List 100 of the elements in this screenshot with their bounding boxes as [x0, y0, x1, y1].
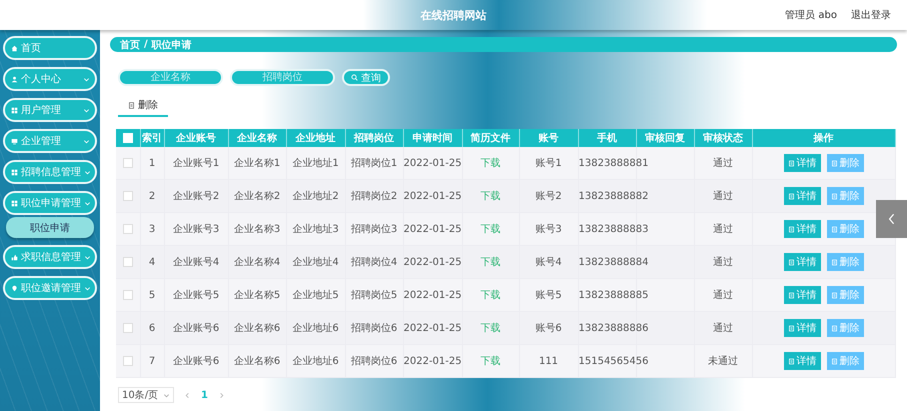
grid-icon	[11, 106, 18, 114]
sidebar-submenu-item[interactable]: 职位申请	[6, 217, 94, 238]
table-cell: 13823888882	[578, 190, 648, 202]
table-cell: 7	[148, 356, 156, 366]
delete-button[interactable]: 删除	[826, 253, 864, 271]
table-cell: 账号1	[535, 158, 562, 169]
row-checkbox[interactable]	[122, 224, 133, 234]
table-cell: 13823888886	[578, 322, 648, 334]
row-checkbox[interactable]	[122, 356, 133, 366]
table-cell: 通过	[713, 191, 733, 202]
logout-link[interactable]: 退出登录	[851, 8, 891, 22]
sidebar-menu-item[interactable]: 求职信息管理	[3, 245, 97, 269]
table-cell: 账号4	[535, 257, 562, 268]
search-button[interactable]: 查询	[342, 69, 390, 86]
details-button[interactable]: 详情	[784, 154, 820, 172]
row-checkbox[interactable]	[122, 256, 133, 267]
table-cell: 账号2	[535, 191, 562, 202]
chevron-down-icon	[83, 76, 90, 82]
page-size-select[interactable]: 10条/页	[118, 387, 174, 403]
delete-button[interactable]: 删除	[826, 220, 864, 238]
table-cell: 企业名称2	[234, 191, 280, 202]
table-cell: 招聘岗位3	[350, 224, 398, 235]
column-header: 企业名称	[228, 129, 286, 147]
table-cell: 111	[538, 356, 558, 366]
row-checkbox[interactable]	[122, 158, 133, 168]
sidebar-menu-item[interactable]: 个人中心	[3, 67, 97, 91]
table-cell: 企业地址4	[292, 257, 339, 268]
download-link[interactable]: 下载	[480, 323, 500, 334]
row-checkbox[interactable]	[122, 290, 133, 300]
select-all-checkbox[interactable]	[122, 132, 133, 143]
table-cell: 企业地址2	[292, 191, 339, 202]
table-cell: 招聘岗位1	[350, 158, 398, 169]
download-link[interactable]: 下载	[480, 224, 500, 235]
site-title: 在线招聘网站	[420, 8, 486, 22]
column-header: 企业账号	[164, 129, 228, 147]
delete-button[interactable]: 删除	[826, 319, 864, 337]
previous-page-icon[interactable]	[184, 392, 191, 398]
row-checkbox[interactable]	[122, 322, 133, 333]
chevron-down-icon	[83, 138, 90, 144]
row-checkbox[interactable]	[122, 190, 133, 201]
table-cell: 企业账号3	[172, 224, 220, 235]
clipboard-icon	[830, 358, 838, 364]
breadcrumb-text: /	[144, 39, 148, 50]
next-page-icon[interactable]	[218, 392, 225, 398]
table-cell: 2022-01-25	[404, 356, 462, 366]
delete-tab-button[interactable]: 删除	[118, 97, 168, 117]
sidebar-menu-item[interactable]: 首页	[3, 36, 97, 60]
sidebar-menu-item[interactable]: 用户管理	[3, 98, 97, 122]
table-cell: 2	[148, 190, 156, 202]
column-header: 招聘岗位	[345, 129, 403, 147]
table-cell: 招聘岗位2	[350, 191, 398, 202]
download-link[interactable]: 下载	[480, 257, 500, 268]
sidebar-menu-item[interactable]: 职位邀请管理	[3, 276, 97, 300]
column-header: 索引	[140, 129, 164, 147]
table-cell: 账号5	[535, 290, 562, 301]
delete-button[interactable]: 删除	[826, 154, 864, 172]
collapse-panel-button[interactable]	[876, 200, 907, 238]
breadcrumb-text: 首页	[120, 38, 140, 52]
details-button[interactable]: 详情	[784, 286, 820, 304]
table-cell: 5	[148, 290, 156, 300]
table-cell: 企业名称3	[234, 224, 280, 235]
table-cell: 通过	[713, 323, 733, 334]
download-link[interactable]: 下载	[480, 191, 500, 202]
table-cell: 通过	[713, 290, 733, 301]
details-button[interactable]: 详情	[784, 220, 820, 238]
chevron-down-icon	[83, 106, 90, 114]
details-button[interactable]: 详情	[784, 253, 820, 271]
search-field[interactable]: 招聘岗位	[230, 69, 335, 86]
table-cell: 企业地址3	[292, 224, 339, 235]
table-cell: 招聘岗位6	[350, 323, 398, 334]
table-cell: 企业账号4	[172, 257, 220, 268]
sidebar-menu-item[interactable]: 职位申请管理	[3, 191, 97, 215]
column-header: 审核回复	[636, 129, 694, 147]
table-cell: 13823888885	[578, 290, 648, 300]
table-cell: 账号3	[535, 224, 562, 235]
clipboard-icon	[830, 160, 838, 166]
table-cell: 2022-01-25	[404, 190, 462, 202]
page-number[interactable]: 1	[201, 390, 208, 400]
table-cell: 账号6	[535, 323, 562, 334]
monitor-icon	[11, 138, 18, 144]
column-header: 账号	[519, 129, 578, 147]
download-link[interactable]: 下载	[480, 356, 500, 367]
table-cell: 企业账号5	[172, 290, 220, 301]
sidebar-menu-item[interactable]: 企业管理	[3, 129, 97, 153]
grid-icon	[11, 200, 18, 206]
table-cell: 企业账号1	[172, 158, 220, 169]
sidebar-menu-item[interactable]: 招聘信息管理	[3, 160, 97, 184]
search-field[interactable]: 企业名称	[118, 69, 223, 86]
home-icon	[11, 44, 18, 52]
caret-down-icon	[163, 392, 170, 398]
admin-user-label: 管理员 abo	[785, 9, 837, 22]
details-button[interactable]: 详情	[784, 187, 820, 205]
table-cell: 企业地址6	[292, 356, 339, 367]
delete-button[interactable]: 删除	[826, 187, 864, 205]
details-button[interactable]: 详情	[784, 319, 820, 337]
delete-button[interactable]: 删除	[826, 286, 864, 304]
download-link[interactable]: 下载	[480, 290, 500, 301]
delete-button[interactable]: 删除	[826, 352, 864, 370]
details-button[interactable]: 详情	[784, 352, 820, 370]
download-link[interactable]: 下载	[480, 158, 500, 169]
